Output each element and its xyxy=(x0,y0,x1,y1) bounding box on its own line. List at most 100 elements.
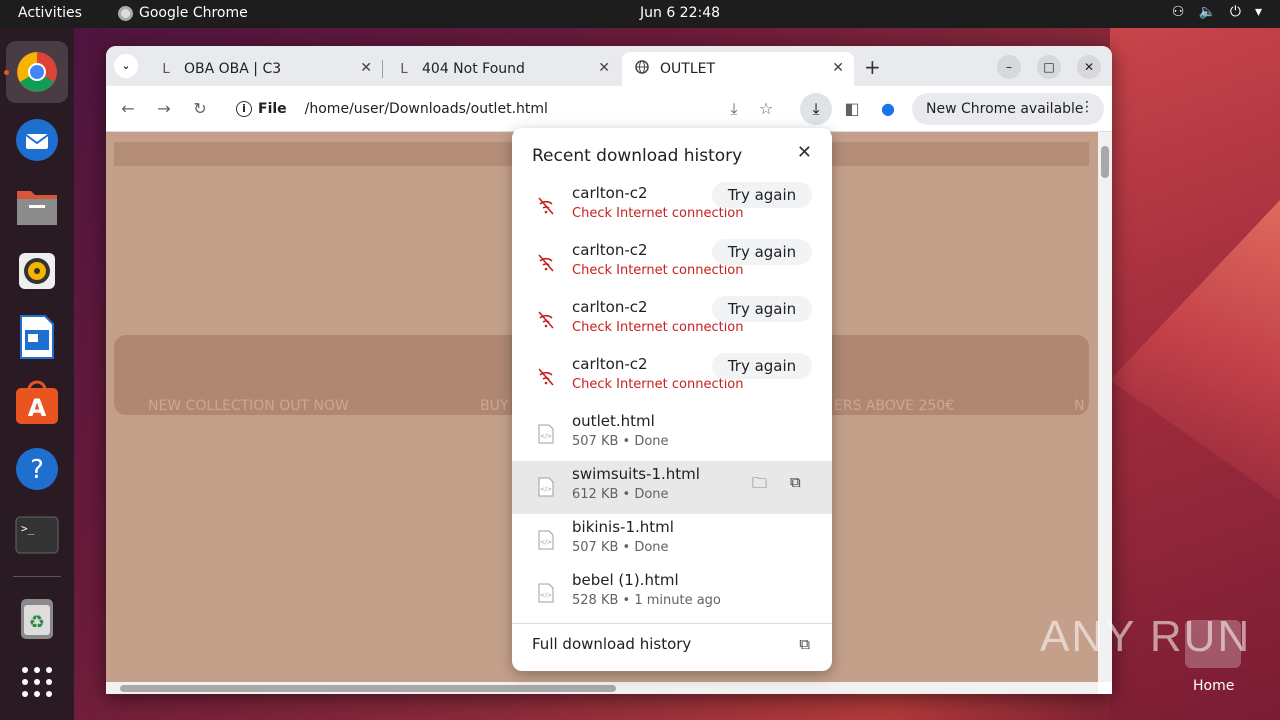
html-file-icon: </> xyxy=(538,583,554,603)
scrollbar-thumb[interactable] xyxy=(1101,146,1109,178)
clock[interactable]: Jun 6 22:48 xyxy=(640,5,720,21)
try-again-button[interactable]: Try again xyxy=(712,182,812,208)
horizontal-scrollbar[interactable] xyxy=(106,682,1098,694)
try-again-button[interactable]: Try again xyxy=(712,296,812,322)
dock-trash[interactable]: ♻ xyxy=(13,594,61,642)
download-item[interactable]: carlton-c2 Check Internet connection Try… xyxy=(512,351,832,404)
new-tab-button[interactable]: + xyxy=(864,55,881,79)
new-chrome-label: New Chrome available xyxy=(926,101,1084,117)
dock: A ? >_ ♻ xyxy=(0,28,74,720)
dock-files[interactable] xyxy=(13,182,61,230)
forward-button[interactable]: → xyxy=(152,97,176,121)
vertical-scrollbar[interactable] xyxy=(1098,132,1112,682)
app-grid-icon xyxy=(22,667,52,697)
promo-text: NEW COLLECTION OUT NOW xyxy=(148,398,349,414)
reload-button[interactable]: ↻ xyxy=(188,97,212,121)
tab-oba-oba[interactable]: L OBA OBA | C3 ✕ xyxy=(146,52,382,86)
divider xyxy=(512,623,832,624)
download-status: Check Internet connection xyxy=(572,263,744,278)
home-label[interactable]: Home xyxy=(1193,678,1234,694)
dock-help[interactable]: ? xyxy=(13,445,61,493)
bookmark-star-icon[interactable]: ☆ xyxy=(754,97,778,121)
folder-icon[interactable]: 🗀 xyxy=(752,473,767,498)
more-menu-icon[interactable]: ⋮ xyxy=(1080,99,1094,115)
downloads-button[interactable]: ⤓ xyxy=(800,93,832,125)
trash-icon: ♻ xyxy=(21,599,53,639)
svg-text:?: ? xyxy=(30,455,44,485)
home-folder-icon[interactable] xyxy=(1185,620,1241,668)
dock-writer[interactable] xyxy=(13,313,61,361)
new-chrome-button[interactable]: New Chrome available ⋮ xyxy=(912,93,1104,125)
close-window-button[interactable]: ✕ xyxy=(1077,55,1101,79)
full-download-history-link[interactable]: Full download history xyxy=(532,635,691,653)
back-button[interactable]: ← xyxy=(116,97,140,121)
download-filename: carlton-c2 xyxy=(572,184,648,202)
chevron-down-icon: ▾ xyxy=(1254,4,1262,20)
try-again-button[interactable]: Try again xyxy=(712,239,812,265)
info-icon[interactable]: i xyxy=(236,101,252,117)
system-tray[interactable]: ⚇ 🔈 ⏻ ▾ xyxy=(1172,4,1262,20)
download-filename: carlton-c2 xyxy=(572,241,648,259)
profile-icon[interactable]: ● xyxy=(876,97,900,121)
url-scheme: File xyxy=(258,101,287,117)
dock-thunderbird[interactable] xyxy=(13,116,61,164)
download-item[interactable]: carlton-c2 Check Internet connection Try… xyxy=(512,294,832,347)
dock-rhythmbox[interactable] xyxy=(13,247,61,295)
tab-title: OBA OBA | C3 xyxy=(184,61,282,77)
download-item[interactable]: </> bikinis-1.html 507 KB • Done xyxy=(512,514,832,567)
dock-app-center[interactable]: A xyxy=(13,379,61,427)
chevron-down-icon: ⌄ xyxy=(121,59,131,72)
download-status: 528 KB • 1 minute ago xyxy=(572,593,721,608)
page-icon: L xyxy=(400,61,408,77)
running-indicator xyxy=(4,70,9,75)
download-status: 507 KB • Done xyxy=(572,540,669,555)
close-icon[interactable]: ✕ xyxy=(360,60,372,76)
dock-chrome[interactable] xyxy=(6,41,68,103)
svg-text:</>: </> xyxy=(540,486,552,493)
download-item[interactable]: </> bebel (1).html 528 KB • 1 minute ago xyxy=(512,567,832,620)
no-network-icon xyxy=(538,368,554,386)
download-filename: outlet.html xyxy=(572,412,655,430)
svg-text:>_: >_ xyxy=(21,522,35,535)
open-external-icon[interactable]: ⧉ xyxy=(790,473,801,491)
close-icon[interactable]: ✕ xyxy=(832,60,844,76)
minimize-button[interactable]: – xyxy=(997,55,1021,79)
open-external-icon[interactable]: ⧉ xyxy=(799,635,810,653)
network-icon: ⚇ xyxy=(1171,4,1185,20)
download-item[interactable]: </> outlet.html 507 KB • Done xyxy=(512,408,832,461)
download-status: 612 KB • Done xyxy=(572,487,669,502)
download-item[interactable]: carlton-c2 Check Internet connection Try… xyxy=(512,237,832,290)
maximize-button[interactable]: □ xyxy=(1037,55,1061,79)
app-menu[interactable]: Google Chrome xyxy=(118,5,248,21)
download-filename: swimsuits-1.html xyxy=(572,465,700,483)
address-bar[interactable]: i File /home/user/Downloads/outlet.html xyxy=(226,92,786,126)
close-icon[interactable]: ✕ xyxy=(797,142,812,163)
side-panel-icon[interactable]: ◧ xyxy=(840,97,864,121)
close-icon[interactable]: ✕ xyxy=(598,60,610,76)
svg-text:♻: ♻ xyxy=(29,612,45,633)
download-filename: bebel (1).html xyxy=(572,571,679,589)
url-text: /home/user/Downloads/outlet.html xyxy=(304,101,548,117)
tab-outlet[interactable]: OUTLET ✕ xyxy=(622,52,854,86)
top-bar: Activities Google Chrome Jun 6 22:48 ⚇ 🔈… xyxy=(0,0,1280,28)
promo-text: ERS ABOVE 250€ xyxy=(834,398,955,414)
download-item[interactable]: </> swimsuits-1.html 612 KB • Done 🗀 ⧉ xyxy=(512,461,832,514)
promo-text: BUY xyxy=(480,398,509,414)
download-status: Check Internet connection xyxy=(572,377,744,392)
tab-404[interactable]: L 404 Not Found ✕ xyxy=(384,52,620,86)
thunderbird-icon xyxy=(16,119,58,161)
activities-button[interactable]: Activities xyxy=(18,5,82,21)
promo-text: N xyxy=(1074,398,1085,414)
document-icon xyxy=(20,315,54,359)
tab-search-button[interactable]: ⌄ xyxy=(114,54,138,78)
dock-terminal[interactable]: >_ xyxy=(13,511,61,559)
download-bubble: Recent download history ✕ carlton-c2 Che… xyxy=(512,128,832,671)
speaker-icon xyxy=(19,253,55,289)
try-again-button[interactable]: Try again xyxy=(712,353,812,379)
html-file-icon: </> xyxy=(538,477,554,497)
dock-separator xyxy=(13,576,61,577)
dock-app-grid[interactable] xyxy=(13,658,61,706)
download-item[interactable]: carlton-c2 Check Internet connection Try… xyxy=(512,180,832,233)
scrollbar-thumb[interactable] xyxy=(120,685,616,692)
install-icon[interactable]: ⤓ xyxy=(722,97,746,121)
